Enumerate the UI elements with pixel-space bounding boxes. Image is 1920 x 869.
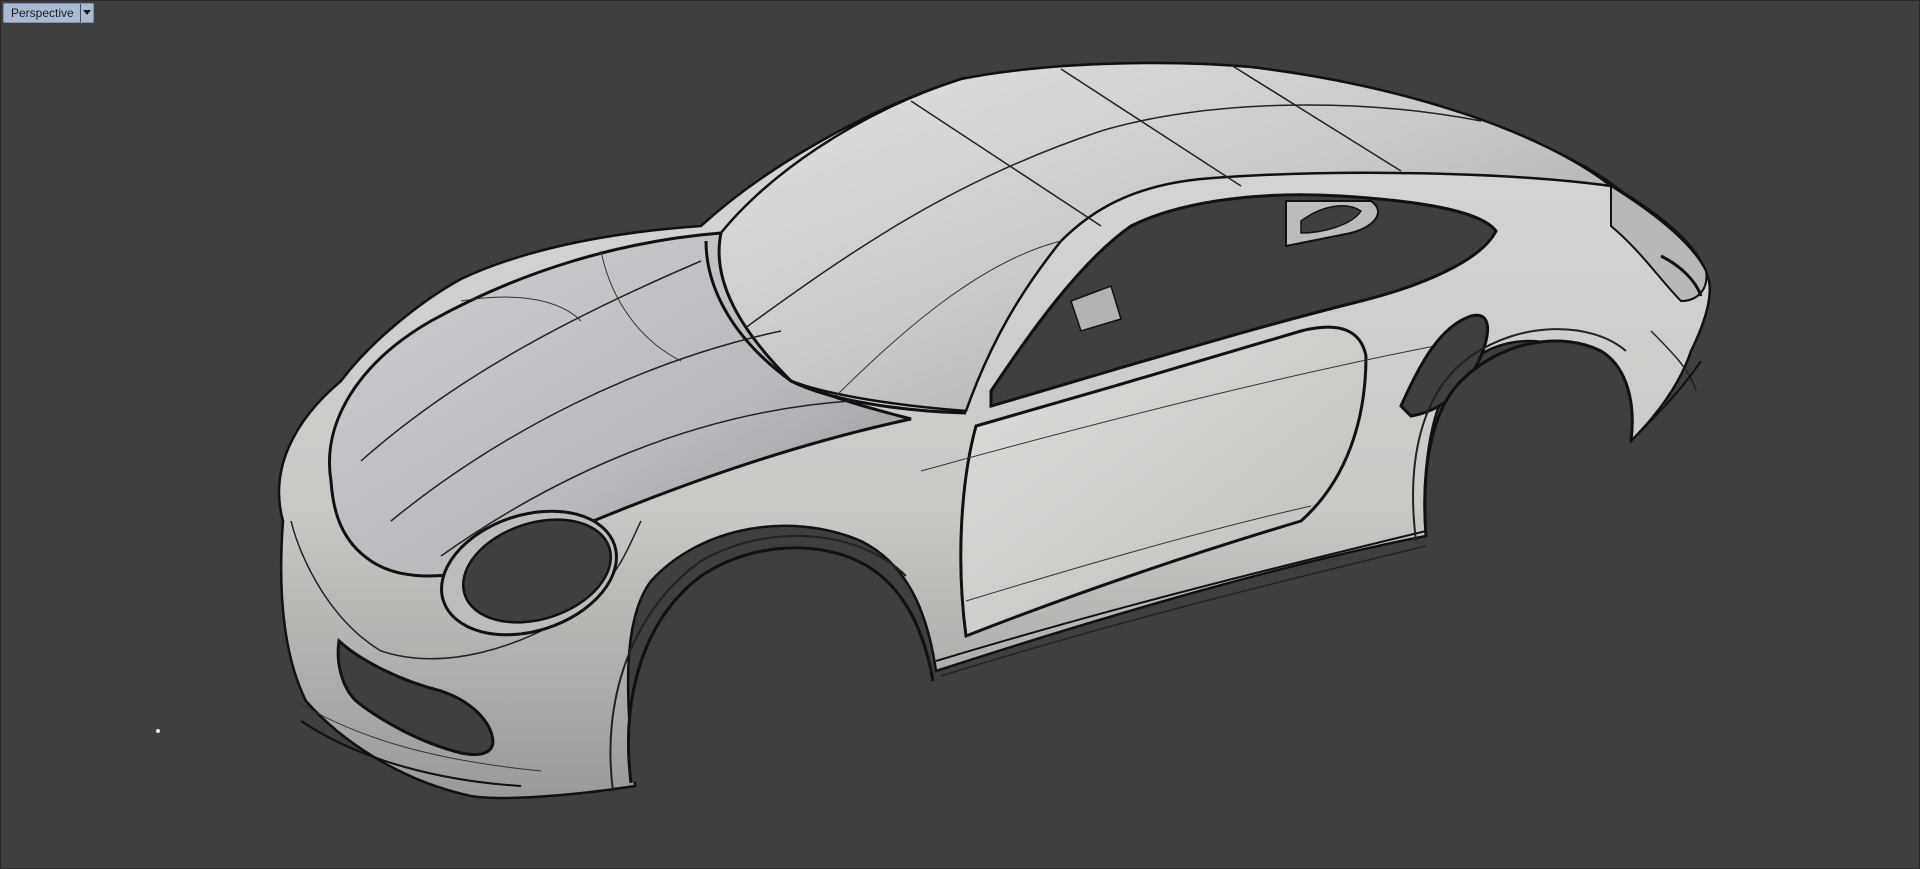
cursor-marker <box>156 729 160 733</box>
chevron-down-icon <box>82 10 91 15</box>
car-body-model[interactable] <box>1 1 1920 869</box>
perspective-viewport[interactable]: Perspective <box>0 0 1920 869</box>
viewport-menu-button[interactable] <box>81 4 93 22</box>
viewport-title-tab[interactable]: Perspective <box>3 3 94 23</box>
viewport-title-label[interactable]: Perspective <box>4 4 80 22</box>
